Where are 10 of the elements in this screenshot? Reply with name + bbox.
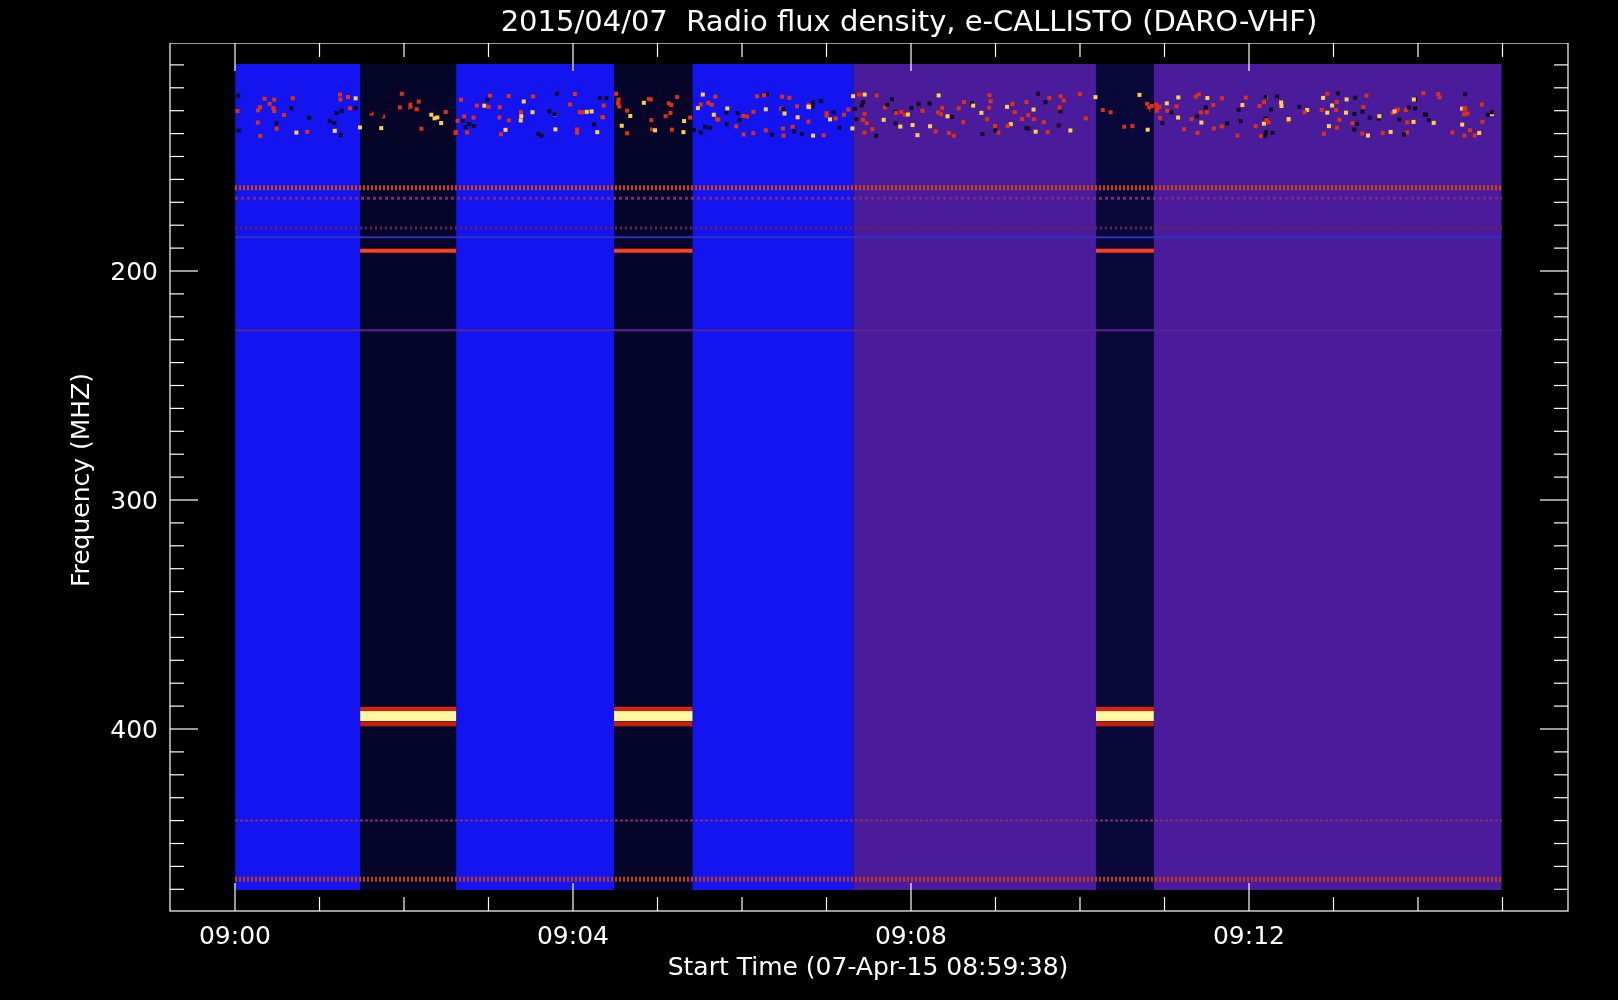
- y-tick-label: 200: [110, 257, 158, 286]
- x-axis-label: Start Time (07-Apr-15 08:59:38): [667, 952, 1069, 981]
- y-tick-label: 400: [110, 715, 158, 744]
- y-tick-label: 300: [110, 486, 158, 515]
- chart-title: 2015/04/07 Radio flux density, e-CALLISTO (DARO-VHF): [500, 7, 1318, 36]
- y-axis-label: Frequency (MHZ): [66, 372, 95, 588]
- x-tick-label: 09:08: [875, 921, 947, 950]
- x-tick-label: 09:12: [1213, 921, 1285, 950]
- x-tick-label: 09:04: [537, 921, 609, 950]
- x-tick-label: 09:00: [199, 921, 271, 950]
